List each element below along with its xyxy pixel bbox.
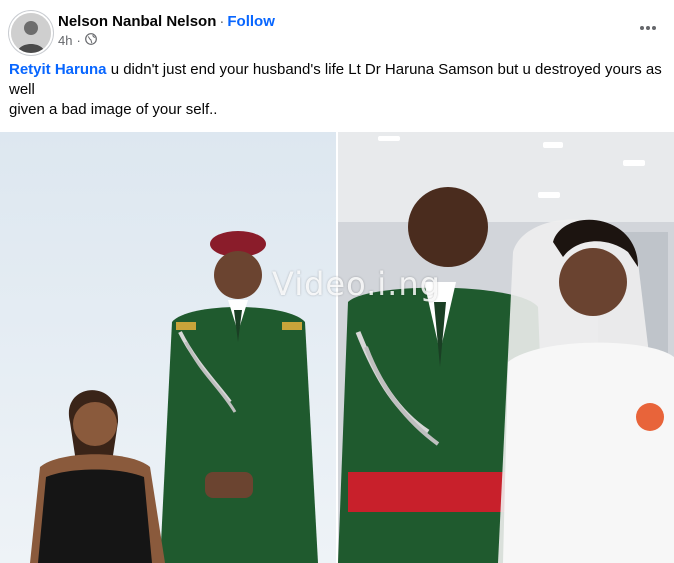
mention-link[interactable]: Retyit Haruna	[9, 61, 107, 78]
author-name[interactable]: Nelson Nanbal Nelson	[58, 13, 216, 30]
meta-dot: ·	[76, 33, 81, 48]
couple-portrait-photo[interactable]	[0, 132, 336, 563]
globe-icon[interactable]	[84, 33, 97, 48]
post-header: Nelson Nanbal Nelson · Follow 4h ·	[0, 0, 674, 58]
wedding-photo[interactable]	[338, 132, 674, 563]
post-text: Retyit Haruna u didn't just end your hus…	[9, 60, 664, 120]
author-line: Nelson Nanbal Nelson · Follow	[58, 13, 275, 30]
author-avatar[interactable]	[9, 11, 53, 55]
post-photos: Video.i.ng	[0, 132, 674, 563]
more-options-icon[interactable]	[636, 18, 660, 38]
post-text-line2: given a bad image of your self..	[9, 101, 218, 118]
post-text-line1: u didn't just end your husband's life Lt…	[9, 61, 662, 98]
post-time[interactable]: 4h	[58, 33, 72, 48]
follow-button[interactable]: Follow	[227, 13, 275, 30]
post-meta: 4h ·	[58, 33, 97, 48]
separator: ·	[219, 13, 225, 30]
